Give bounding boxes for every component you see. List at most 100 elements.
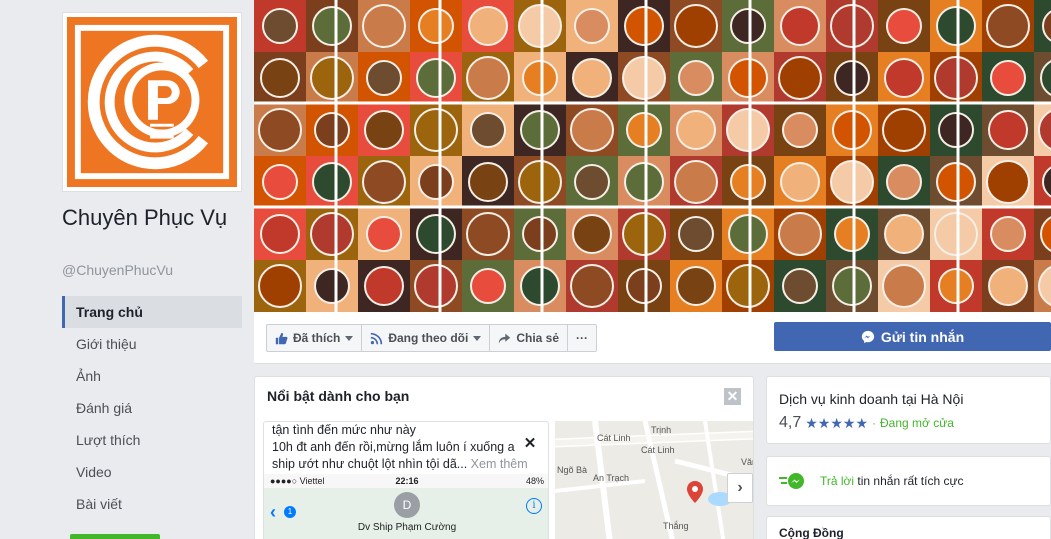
collage-plate bbox=[730, 164, 766, 200]
collage-plate bbox=[258, 108, 302, 152]
collage-plate bbox=[416, 214, 456, 254]
collage-plate bbox=[730, 8, 766, 44]
sidebar-item-home[interactable]: Trang chủ bbox=[62, 296, 242, 328]
info-icon: i bbox=[526, 498, 542, 514]
map-label: Thắng bbox=[663, 521, 689, 531]
contact-name: Dv Ship Phạm Cường bbox=[357, 522, 457, 533]
collage-plate bbox=[832, 266, 872, 306]
collage-plate bbox=[418, 164, 454, 200]
cover-photo[interactable] bbox=[254, 0, 1051, 312]
more-options-button[interactable]: ··· bbox=[567, 324, 598, 352]
collage-plate bbox=[936, 6, 976, 46]
chat-header: ‹ 1 D Dv Ship Phạm Cường i bbox=[264, 488, 548, 539]
community-card: Cộng Đồng bbox=[766, 516, 1051, 539]
collage-plate bbox=[938, 112, 974, 148]
response-rest: tin nhắn rất tích cực bbox=[854, 474, 964, 488]
collage-plate bbox=[466, 212, 510, 256]
collage-plate bbox=[988, 110, 1028, 150]
see-more-link[interactable]: Xem thêm bbox=[471, 457, 528, 471]
collage-plate bbox=[312, 6, 352, 46]
page-action-bar: Đã thích Đang theo dõi Chia sẻ ··· Gửi t… bbox=[254, 312, 1051, 364]
collage-plate bbox=[622, 212, 666, 256]
collage-plate bbox=[830, 160, 874, 204]
sidebar-item-videos[interactable]: Video bbox=[62, 456, 242, 488]
collage-plate bbox=[574, 8, 610, 44]
food-collage-image bbox=[254, 0, 1051, 312]
sidebar-item-photos[interactable]: Ảnh bbox=[62, 360, 242, 392]
collage-plate bbox=[674, 4, 718, 48]
response-rate-text: Trả lời tin nhắn rất tích cực bbox=[820, 474, 964, 488]
collage-plate bbox=[522, 216, 558, 252]
collage-plate bbox=[726, 264, 770, 308]
next-arrow-button[interactable]: › bbox=[727, 473, 753, 503]
map-label: Văn bbox=[741, 457, 753, 467]
collage-plate bbox=[676, 110, 716, 150]
sidebar-item-about[interactable]: Giới thiệu bbox=[62, 328, 242, 360]
collage-plate bbox=[522, 60, 558, 96]
collage-plate bbox=[310, 56, 354, 100]
collage-plate bbox=[414, 108, 458, 152]
sidebar-item-reviews[interactable]: Đánh giá bbox=[62, 392, 242, 424]
collage-plate bbox=[678, 216, 714, 252]
collage-plate bbox=[518, 4, 562, 48]
community-title[interactable]: Cộng Đồng bbox=[779, 526, 844, 539]
brand-logo bbox=[67, 17, 237, 187]
more-dots-icon: ··· bbox=[576, 331, 589, 345]
phone-time: 22:16 bbox=[395, 476, 419, 486]
collage-plate bbox=[886, 164, 922, 200]
collage-plate bbox=[312, 162, 352, 202]
collage-plate bbox=[362, 160, 406, 204]
collage-plate bbox=[834, 60, 870, 96]
collage-plate bbox=[262, 164, 298, 200]
sidebar-nav: Trang chủ Giới thiệu Ảnh Đánh giá Lượt t… bbox=[62, 296, 242, 520]
avatar: D bbox=[394, 492, 420, 518]
rating-row: 4,7 ★★★★★ · Đang mở cửa bbox=[779, 414, 954, 432]
collage-plate bbox=[574, 164, 610, 200]
sidebar-item-likes[interactable]: Lượt thích bbox=[62, 424, 242, 456]
collage-plate bbox=[676, 266, 716, 306]
sidebar-create-button[interactable] bbox=[70, 534, 160, 539]
share-arrow-icon bbox=[499, 333, 511, 343]
collage-plate bbox=[726, 108, 770, 152]
post-line: 10h đt anh đến rồi,mừng lắm luôn í xuống… bbox=[272, 440, 515, 454]
collage-plate bbox=[520, 110, 560, 150]
collage-plate bbox=[518, 160, 562, 204]
response-info-card: Trả lời tin nhắn rất tích cực bbox=[766, 456, 1051, 506]
chevron-down-icon bbox=[473, 335, 482, 341]
page-handle[interactable]: @ChuyenPhucVu bbox=[62, 262, 173, 278]
sidebar-item-posts[interactable]: Bài viết bbox=[62, 488, 242, 520]
collage-plate bbox=[626, 268, 662, 304]
post-line-text: ship ướt như chuột lột nhìn tội dã... bbox=[272, 457, 468, 471]
collage-plate bbox=[934, 212, 978, 256]
collage-plate bbox=[468, 6, 508, 46]
featured-post-card[interactable]: tận tình đến mức như này 10h đt anh đến … bbox=[263, 421, 549, 539]
cp-logo-icon bbox=[67, 17, 237, 187]
collage-plate bbox=[834, 216, 870, 252]
collage-plate bbox=[570, 108, 614, 152]
liked-button[interactable]: Đã thích bbox=[266, 324, 363, 352]
collage-plate bbox=[990, 216, 1026, 252]
post-line: tận tình đến mức như này bbox=[272, 423, 416, 437]
page-profile-picture[interactable] bbox=[62, 12, 242, 192]
collage-plate bbox=[468, 162, 508, 202]
collage-plate bbox=[778, 56, 822, 100]
close-icon[interactable]: ✕ bbox=[522, 436, 538, 452]
collage-plate bbox=[936, 162, 976, 202]
response-highlight: Trả lời bbox=[820, 474, 855, 488]
collage-plate bbox=[882, 264, 926, 308]
collage-plate bbox=[886, 8, 922, 44]
following-button[interactable]: Đang theo dõi bbox=[361, 324, 491, 352]
share-button[interactable]: Chia sẻ bbox=[489, 324, 569, 352]
send-message-button[interactable]: Gửi tin nhắn bbox=[774, 322, 1051, 351]
close-icon[interactable]: ✕ bbox=[724, 388, 741, 405]
location-map[interactable]: Cát Linh Cát Linh Ngõ Bà Trịnh An Trạch … bbox=[555, 421, 753, 539]
page-title[interactable]: Chuyên Phục Vụ bbox=[62, 205, 242, 231]
collage-plate bbox=[938, 268, 974, 304]
collage-plate bbox=[782, 268, 818, 304]
collage-plate bbox=[778, 212, 822, 256]
map-label: Cát Linh bbox=[597, 433, 631, 443]
business-category[interactable]: Dịch vụ kinh doanh tại Hà Nội bbox=[779, 391, 963, 407]
collage-plate bbox=[572, 214, 612, 254]
collage-plate bbox=[364, 110, 404, 150]
share-label: Chia sẻ bbox=[516, 331, 560, 345]
